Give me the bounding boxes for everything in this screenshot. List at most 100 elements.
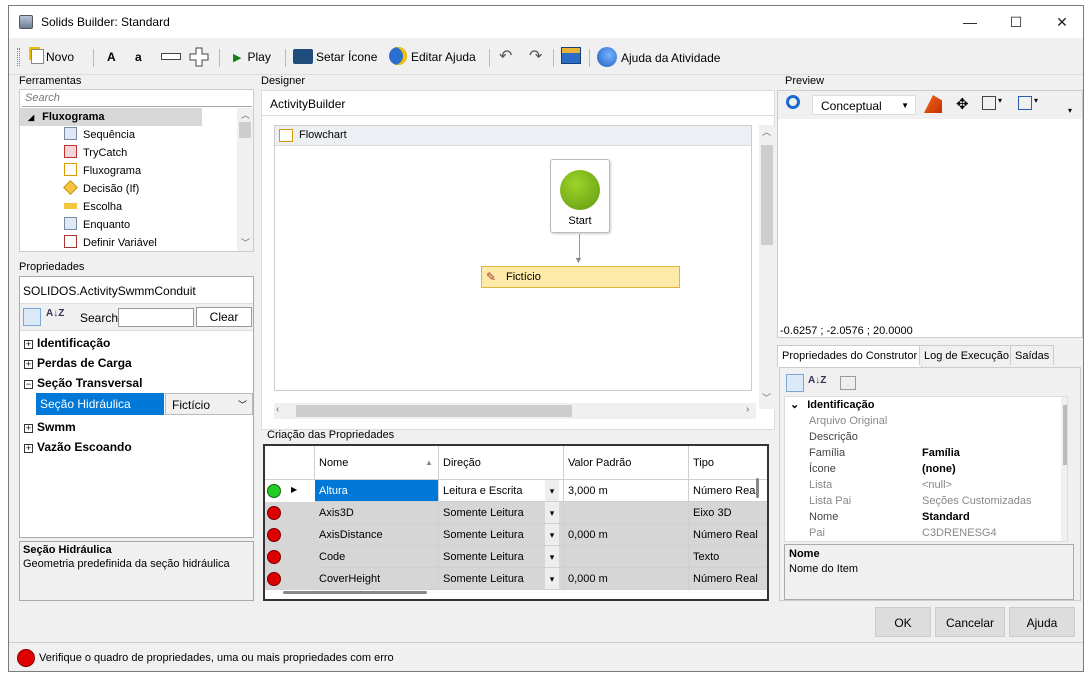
row-direction-cell[interactable]: Leitura e Escrita ▾ (439, 480, 564, 502)
table-row[interactable]: CoverHeight Somente Leitura ▾ 0,000 m Número… (265, 568, 767, 590)
row-default-cell[interactable] (564, 502, 689, 524)
row-direction-cell[interactable]: Somente Leitura ▾ (439, 524, 564, 546)
row-name-cell[interactable]: AxisDistance (315, 524, 439, 546)
scroll-up-icon[interactable]: ︿ (241, 108, 250, 121)
property-pages-icon[interactable] (840, 376, 856, 390)
play-button[interactable]: ▶ Play (233, 47, 271, 67)
tab-saidas[interactable]: Saídas (1010, 345, 1055, 365)
row-name-cell[interactable]: Code (315, 546, 439, 568)
scroll-left-icon[interactable]: ‹ (276, 404, 279, 415)
close-button[interactable]: ✕ (1039, 6, 1083, 38)
builder-prop-row[interactable]: Ícone (none) (785, 461, 1055, 477)
tree-item-fluxograma[interactable]: Fluxograma (64, 162, 141, 180)
ok-button[interactable]: OK (875, 607, 931, 637)
prop-group-vazao-escoando[interactable]: + Vazão Escoando (20, 437, 253, 457)
scroll-up-icon[interactable]: ︿ (762, 125, 771, 138)
tab-propriedades-construtor[interactable]: Propriedades do Construtor (777, 345, 923, 367)
tree-item-decisao[interactable]: Decisão (If) (63, 180, 139, 198)
sort-alpha-icon[interactable]: A↓Z (808, 375, 826, 386)
row-name-cell[interactable]: Axis3D (315, 502, 439, 524)
orbit-icon[interactable]: ✥ (956, 95, 969, 113)
tree-item-enquanto[interactable]: Enquanto (64, 216, 130, 234)
redo-button[interactable]: ↷ (529, 47, 542, 67)
cancel-button[interactable]: Cancelar (935, 607, 1005, 637)
tree-item-definir-variavel[interactable]: Definir Variável (64, 234, 157, 252)
builder-prop-row[interactable]: Família Família (785, 445, 1055, 461)
prop-group-identificacao[interactable]: + Identificação (20, 333, 253, 353)
grid-column-header[interactable]: Direção (439, 446, 564, 480)
row-direction-cell[interactable]: Somente Leitura ▾ (439, 502, 564, 524)
activity-help-button[interactable]: Ajuda da Atividade (597, 47, 720, 67)
row-default-cell[interactable]: 3,000 m (564, 480, 689, 502)
row-default-cell[interactable]: 0,000 m (564, 524, 689, 546)
row-direction-cell[interactable]: Somente Leitura ▾ (439, 568, 564, 590)
zoom-icon[interactable] (786, 95, 800, 109)
builder-grid-scrollbar[interactable] (1061, 397, 1067, 541)
tools-search-input[interactable]: Search (22, 91, 252, 107)
help-button[interactable]: Ajuda (1009, 607, 1075, 637)
grid-hscroll-thumb[interactable] (283, 591, 427, 594)
clear-button[interactable]: Clear (196, 307, 252, 327)
builder-category-row[interactable]: ⌄ Identificação (785, 397, 1067, 413)
categorized-icon[interactable] (23, 308, 41, 326)
scroll-thumb[interactable] (761, 145, 773, 245)
tab-log-execucao[interactable]: Log de Execução (919, 345, 1015, 365)
projection-icon[interactable] (1018, 96, 1032, 110)
tree-item-sequencia[interactable]: Sequência (64, 126, 135, 144)
builder-prop-row[interactable]: Lista <null> (785, 477, 1055, 493)
activity-panel-button[interactable] (561, 47, 581, 67)
font-large-button[interactable]: A (107, 47, 116, 67)
builder-prop-row[interactable]: Lista Pai Seções Customizadas (785, 493, 1055, 509)
sort-alpha-icon[interactable]: A↓Z (46, 308, 64, 319)
table-row[interactable]: ▶ Altura Leitura e Escrita ▾ 3,000 m Número R… (265, 480, 767, 502)
edit-help-button[interactable]: Editar Ajuda (389, 47, 476, 67)
scroll-down-icon[interactable]: ﹀ (241, 236, 250, 249)
chevron-down-icon[interactable]: ▾ (545, 568, 559, 589)
chevron-down-icon[interactable]: ▾ (998, 96, 1002, 105)
tree-group-fluxograma[interactable]: ◢ Fluxograma (20, 108, 202, 126)
grid-column-header[interactable]: Nome (315, 446, 439, 480)
scroll-thumb[interactable] (1063, 405, 1067, 465)
prop-group-swmm[interactable]: + Swmm (20, 417, 253, 437)
builder-prop-row[interactable]: Descrição (785, 429, 1055, 445)
set-icon-button[interactable]: Setar Ícone (293, 47, 377, 67)
table-row[interactable]: AxisDistance Somente Leitura ▾ 0,000 m Númer… (265, 524, 767, 546)
maximize-button[interactable]: ☐ (993, 6, 1039, 38)
builder-prop-row[interactable]: Nome Standard (785, 509, 1055, 525)
chevron-down-icon[interactable]: ▾ (545, 480, 559, 501)
start-node[interactable]: Start (550, 159, 610, 233)
designer-breadcrumb[interactable]: ActivityBuilder (270, 97, 345, 111)
secao-hidraulica-dropdown[interactable]: Fictício ﹀ (165, 393, 253, 415)
scroll-thumb[interactable] (239, 122, 251, 138)
visual-style-dropdown[interactable]: Conceptual ▼ (812, 95, 916, 115)
row-type-cell[interactable]: Número Real (689, 568, 767, 590)
view-cube-icon[interactable] (982, 96, 996, 110)
flowchart-canvas[interactable]: Flowchart Start ▼ ✎ Fictício (274, 125, 752, 391)
row-type-cell[interactable]: Texto (689, 546, 767, 568)
prop-group-secao-transversal[interactable]: − Seção Transversal (20, 373, 253, 393)
chevron-down-icon[interactable]: ▾ (545, 546, 559, 567)
grid-column-header[interactable]: Valor Padrão (564, 446, 689, 480)
row-default-cell[interactable]: 0,000 m (564, 568, 689, 590)
tools-scrollbar[interactable]: ︿ ﹀ (237, 108, 253, 251)
builder-prop-row[interactable]: Pai C3DRENESG4 (785, 525, 1055, 541)
overflow-icon[interactable]: ▾ (1068, 106, 1072, 115)
designer-hscrollbar[interactable]: ‹ › (274, 403, 756, 419)
scroll-down-icon[interactable]: ﹀ (762, 391, 771, 404)
remove-button[interactable] (161, 47, 181, 67)
ficticio-activity-node[interactable]: ✎ Fictício (481, 266, 680, 288)
scroll-right-icon[interactable]: › (746, 404, 749, 415)
toolbar-grip[interactable] (17, 48, 20, 66)
chevron-down-icon[interactable]: ▾ (545, 502, 559, 523)
tree-item-trycatch[interactable]: TryCatch (64, 144, 127, 162)
grid-vscroll-thumb[interactable] (756, 478, 759, 498)
row-direction-cell[interactable]: Somente Leitura ▾ (439, 546, 564, 568)
row-type-cell[interactable]: Eixo 3D (689, 502, 767, 524)
render-icon[interactable] (924, 95, 942, 113)
scroll-thumb[interactable] (296, 405, 572, 417)
add-button[interactable] (189, 47, 209, 67)
font-small-button[interactable]: a (135, 47, 142, 67)
builder-prop-row[interactable]: Arquivo Original (785, 413, 1055, 429)
undo-button[interactable]: ↶ (499, 47, 512, 67)
tree-item-escolha[interactable]: Escolha (64, 198, 122, 216)
